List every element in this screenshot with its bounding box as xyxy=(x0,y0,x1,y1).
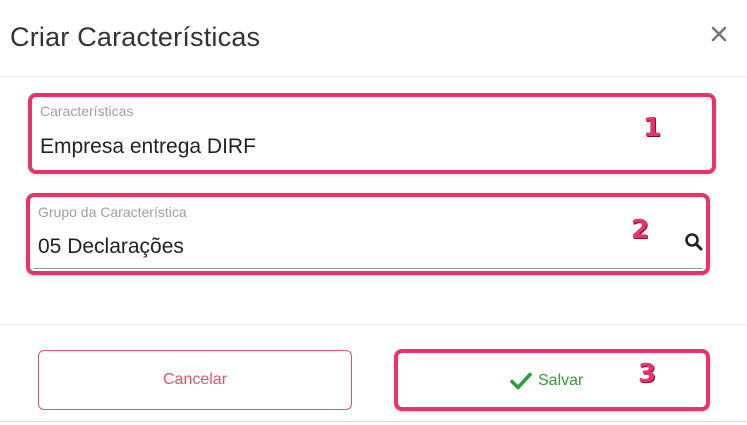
characteristic-group-field[interactable]: Grupo da Característica 05 Declarações 2 xyxy=(26,193,710,275)
footer-divider xyxy=(0,324,747,325)
dialog-header: Criar Características xyxy=(0,0,747,77)
characteristics-input[interactable]: Empresa entrega DIRF xyxy=(40,135,256,159)
close-icon[interactable] xyxy=(711,26,727,42)
field-underline xyxy=(34,268,702,269)
annotation-badge-3: 3 xyxy=(638,359,657,389)
save-button[interactable]: Salvar 3 xyxy=(394,349,710,411)
search-icon[interactable] xyxy=(684,232,704,252)
save-button-content: Salvar xyxy=(510,370,583,392)
dialog-title: Criar Características xyxy=(10,22,261,52)
characteristic-group-label: Grupo da Característica xyxy=(38,204,187,220)
characteristics-label: Características xyxy=(40,103,134,119)
check-icon xyxy=(510,372,532,390)
create-characteristics-dialog: Criar Características Características Em… xyxy=(0,0,747,425)
save-label: Salvar xyxy=(538,372,584,389)
characteristics-field[interactable]: Características Empresa entrega DIRF 1 xyxy=(28,93,716,174)
cancel-button[interactable]: Cancelar xyxy=(38,350,352,410)
annotation-badge-2: 2 xyxy=(631,215,650,245)
annotation-badge-1: 1 xyxy=(643,113,662,143)
characteristic-group-input[interactable]: 05 Declarações xyxy=(38,235,184,259)
bottom-divider xyxy=(0,421,747,422)
